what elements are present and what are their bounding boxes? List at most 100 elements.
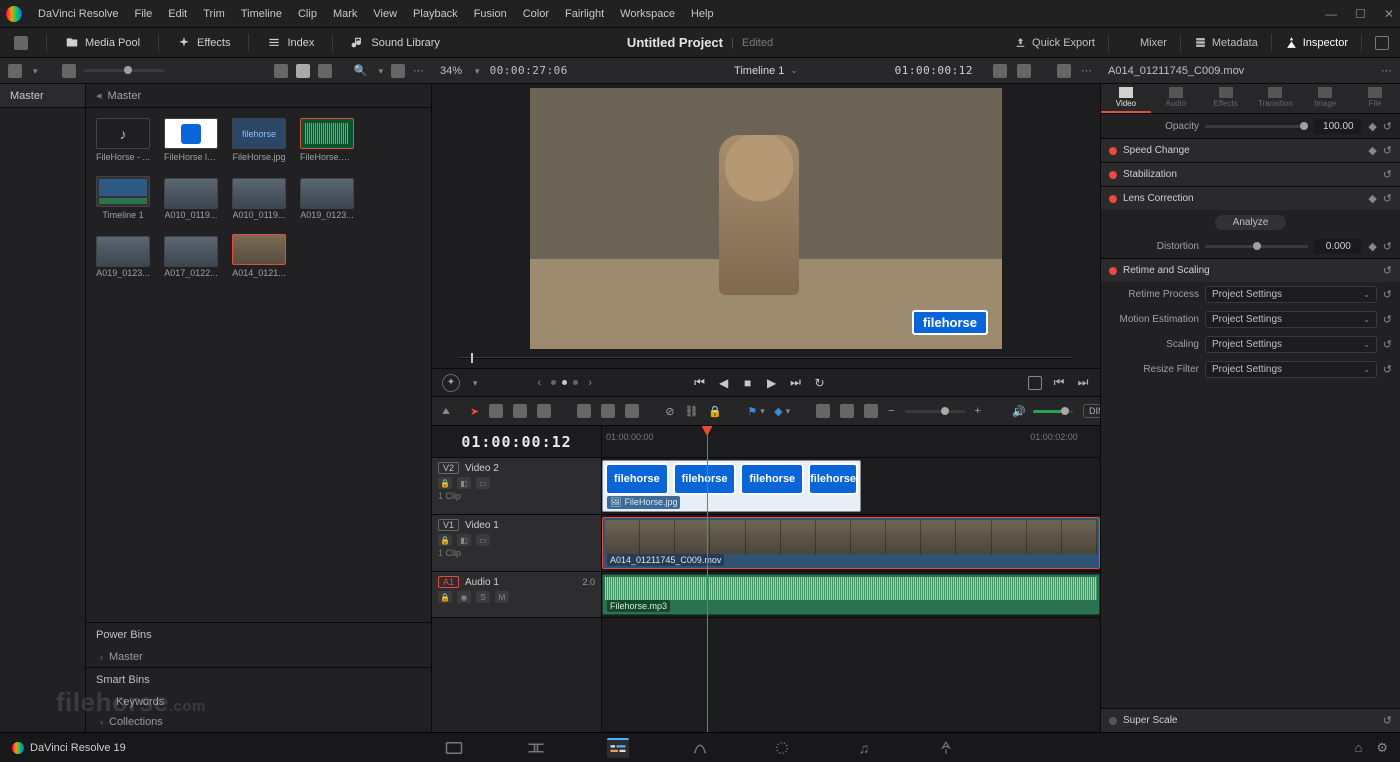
reset-icon[interactable]: ↺ (1383, 168, 1392, 181)
keyframe-icon[interactable]: ◆ (1368, 144, 1376, 157)
distortion-value[interactable]: 0.000 (1314, 239, 1362, 254)
prev-page-icon[interactable]: ‹ (538, 377, 542, 389)
snap-icon[interactable]: ⊘ (665, 403, 674, 419)
bypass-icon[interactable] (1057, 64, 1071, 78)
media-clip[interactable]: A010_0119... (232, 176, 286, 220)
sound-library-toggle[interactable]: Sound Library (345, 36, 446, 50)
reset-icon[interactable]: ↺ (1383, 313, 1392, 326)
opacity-value[interactable]: 100.00 (1314, 119, 1362, 134)
inspector-options-icon[interactable]: ⋯ (1381, 64, 1392, 77)
media-clip[interactable]: ♪FileHorse - ... (96, 118, 150, 162)
sidebar-master-tab[interactable]: Master (0, 84, 85, 108)
viewer-mode-icon[interactable]: ✦ (442, 374, 460, 392)
analyze-button[interactable]: Analyze (1215, 215, 1287, 230)
zoom-full-icon[interactable] (816, 403, 830, 419)
replace-clip-icon[interactable] (625, 403, 639, 419)
menu-edit[interactable]: Edit (160, 8, 195, 20)
color-page-icon[interactable] (771, 738, 793, 758)
disable-video-icon[interactable]: ▭ (476, 477, 490, 489)
zoom-detail-icon[interactable] (840, 403, 854, 419)
super-scale-header[interactable]: Super Scale↺ (1101, 709, 1400, 732)
reset-icon[interactable]: ↺ (1383, 363, 1392, 376)
edit-page-icon[interactable] (607, 738, 629, 758)
reset-icon[interactable]: ↺ (1383, 264, 1392, 277)
zoom-custom-icon[interactable] (864, 403, 878, 419)
menu-view[interactable]: View (365, 8, 405, 20)
step-back-button[interactable]: ◀ (717, 376, 731, 390)
cut-page-icon[interactable] (525, 738, 547, 758)
index-toggle[interactable]: Index (261, 36, 320, 50)
power-bins-header[interactable]: Power Bins (86, 623, 431, 647)
sort-icon[interactable] (391, 64, 405, 78)
selection-tool-icon[interactable]: ➤ (470, 403, 479, 419)
retime-scaling-header[interactable]: Retime and Scaling↺ (1101, 259, 1400, 282)
flag-icon[interactable]: ⚑ (748, 403, 764, 419)
timeline-name-dropdown[interactable]: Timeline 1⌄ (734, 65, 798, 77)
track-v1[interactable]: A014_01211745_C009.mov (602, 515, 1100, 572)
retime-dropdown[interactable]: Project Settings⌄ (1205, 336, 1377, 353)
menu-color[interactable]: Color (515, 8, 557, 20)
options-icon[interactable]: ⋯ (413, 64, 424, 77)
media-pool-breadcrumb[interactable]: ◂ Master (86, 84, 431, 108)
disable-video-icon[interactable]: ▭ (476, 534, 490, 546)
next-page-icon[interactable]: › (588, 377, 592, 389)
lock-icon[interactable]: 🔒 (708, 403, 722, 419)
media-clip[interactable]: filehorseFileHorse.jpg (232, 118, 286, 162)
clip-filehorse-mp3[interactable]: Filehorse.mp3 (602, 574, 1100, 615)
bin-view-dropdown[interactable] (30, 65, 38, 77)
timeline-ruler[interactable]: 01:00:00:00 01:00:02:00 (602, 426, 1100, 458)
stop-button[interactable]: ■ (741, 376, 755, 390)
media-clip[interactable]: A017_0122... (164, 234, 218, 278)
menu-timeline[interactable]: Timeline (233, 8, 290, 20)
keyframe-icon[interactable]: ◆ (1368, 192, 1376, 205)
retime-dropdown[interactable]: Project Settings⌄ (1205, 311, 1377, 328)
viewer-layout2-icon[interactable] (1017, 64, 1031, 78)
track-v2[interactable]: filehorsefilehorsefilehorsefilehorse 🖼Fi… (602, 458, 1100, 515)
overwrite-clip-icon[interactable] (601, 403, 615, 419)
list-view-icon[interactable] (274, 64, 288, 78)
auto-select-icon[interactable]: ◧ (457, 477, 471, 489)
inspector-tab-file[interactable]: File (1350, 84, 1400, 113)
menu-davinci-resolve[interactable]: DaVinci Resolve (30, 8, 127, 20)
viewer-zoom[interactable]: 34% (440, 65, 462, 77)
menu-playback[interactable]: Playback (405, 8, 466, 20)
reset-icon[interactable]: ↺ (1383, 240, 1392, 253)
reset-icon[interactable]: ↺ (1383, 192, 1392, 205)
mute-icon[interactable]: M (495, 591, 509, 603)
inspector-tab-audio[interactable]: Audio (1151, 84, 1201, 113)
zoom-out-icon[interactable]: − (888, 403, 894, 419)
fairlight-page-icon[interactable]: ♫ (853, 738, 875, 758)
reset-icon[interactable]: ↺ (1383, 288, 1392, 301)
reset-icon[interactable]: ↺ (1383, 714, 1392, 727)
menu-workspace[interactable]: Workspace (612, 8, 683, 20)
media-clip[interactable]: A010_0119... (164, 176, 218, 220)
auto-select-icon[interactable]: ◧ (457, 534, 471, 546)
lock-track-icon[interactable]: 🔒 (438, 477, 452, 489)
reset-icon[interactable]: ↺ (1383, 144, 1392, 157)
inspector-tab-video[interactable]: Video (1101, 84, 1151, 113)
stabilization-header[interactable]: Stabilization↺ (1101, 163, 1400, 186)
thumb-view-icon[interactable] (296, 64, 310, 78)
retime-dropdown[interactable]: Project Settings⌄ (1205, 286, 1377, 303)
lock-track-icon[interactable]: 🔒 (438, 534, 452, 546)
speed-change-header[interactable]: Speed Change◆↺ (1101, 139, 1400, 162)
lens-correction-header[interactable]: Lens Correction◆↺ (1101, 187, 1400, 210)
next-edit-button[interactable]: ⏭ (1076, 376, 1090, 390)
settings-icon[interactable]: ⚙ (1376, 740, 1388, 756)
quick-export-button[interactable]: Quick Export (1011, 36, 1098, 49)
arm-icon[interactable]: ◉ (457, 591, 471, 603)
reset-icon[interactable]: ↺ (1383, 120, 1392, 133)
import-icon[interactable] (62, 64, 76, 78)
close-button[interactable]: ✕ (1384, 7, 1394, 21)
fusion-page-icon[interactable] (689, 738, 711, 758)
mixer-toggle[interactable]: Mixer (1119, 36, 1170, 49)
blade-tool-icon[interactable] (537, 403, 551, 419)
effects-toggle[interactable]: Effects (171, 36, 236, 50)
playhead[interactable] (707, 426, 708, 732)
media-clip[interactable]: FileHorse lo... (164, 118, 218, 162)
reset-icon[interactable]: ↺ (1383, 338, 1392, 351)
track-a1[interactable]: Filehorse.mp3 (602, 572, 1100, 618)
solo-icon[interactable]: S (476, 591, 490, 603)
bin-view-icon[interactable] (8, 64, 22, 78)
track-header-a1[interactable]: A1Audio 12.0 🔒◉SM (432, 572, 601, 618)
